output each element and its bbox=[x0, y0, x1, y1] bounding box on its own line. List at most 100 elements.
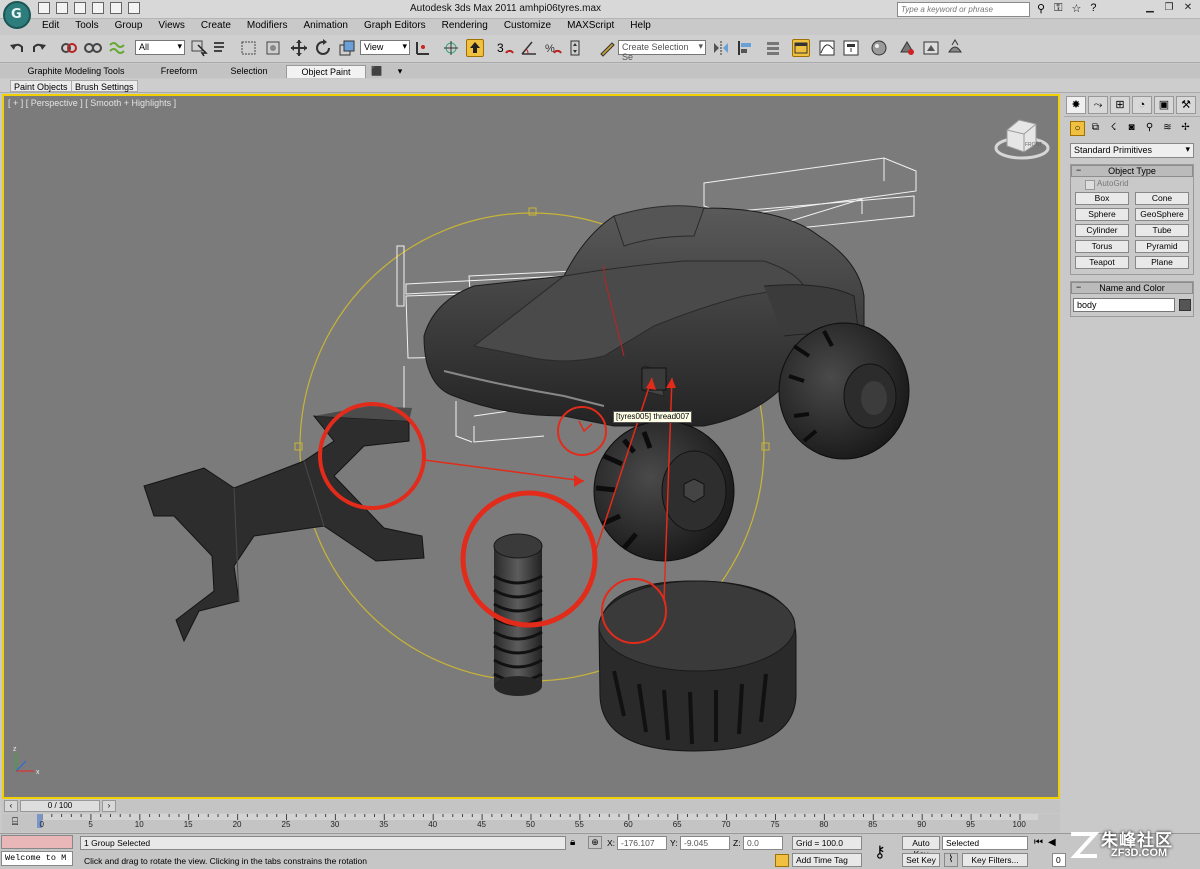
sphere-button[interactable]: Sphere bbox=[1075, 208, 1129, 221]
menu-item-rendering[interactable]: Rendering bbox=[442, 19, 488, 34]
cameras-icon[interactable]: ◙ bbox=[1124, 121, 1139, 136]
project-folder-icon[interactable] bbox=[128, 2, 140, 14]
menu-item-tools[interactable]: Tools bbox=[75, 19, 98, 34]
save-file-icon[interactable] bbox=[74, 2, 86, 14]
track-bar[interactable]: 0 5 10 15 20 25 30 35 40 45 50 55 60 65 70 75 80 85 90 95 10… bbox=[2, 814, 1060, 832]
autogrid-checkbox[interactable]: AutoGrid bbox=[1071, 177, 1193, 190]
hierarchy-tab-icon[interactable]: ⊞ bbox=[1110, 96, 1130, 114]
application-button[interactable]: G bbox=[3, 1, 31, 29]
align-icon[interactable] bbox=[736, 39, 754, 57]
modify-tab-icon[interactable]: ⤳ bbox=[1088, 96, 1108, 114]
geometry-icon[interactable]: ○ bbox=[1070, 121, 1085, 136]
scene-canvas[interactable]: FRONT x z bbox=[4, 96, 1058, 797]
previous-frame-icon[interactable]: ◀ bbox=[1048, 837, 1056, 848]
mini-curve-editor-icon[interactable]: ⌸ bbox=[6, 816, 24, 830]
percent-snap-icon[interactable]: % bbox=[544, 39, 562, 57]
menu-item-views[interactable]: Views bbox=[158, 19, 185, 34]
menu-item-create[interactable]: Create bbox=[201, 19, 231, 34]
utilities-tab-icon[interactable]: ⚒ bbox=[1176, 96, 1196, 114]
tab-freeform[interactable]: Freeform bbox=[150, 65, 208, 78]
y-coordinate-field[interactable]: -9.045 bbox=[680, 836, 730, 850]
infocenter-search-input[interactable]: Type a keyword or phrase bbox=[897, 2, 1030, 17]
set-key-button[interactable]: Set Key bbox=[902, 853, 940, 867]
open-file-icon[interactable] bbox=[56, 2, 68, 14]
menu-item-graph-editors[interactable]: Graph Editors bbox=[364, 19, 426, 34]
helpers-icon[interactable]: ⚲ bbox=[1142, 121, 1157, 136]
key-mode-select[interactable]: Selected bbox=[942, 836, 1028, 850]
window-crossing-icon[interactable] bbox=[264, 39, 282, 57]
select-and-link-icon[interactable] bbox=[60, 39, 78, 57]
lights-icon[interactable]: ☇ bbox=[1106, 121, 1121, 136]
brush-settings-panel[interactable]: Brush Settings bbox=[71, 80, 138, 92]
menu-item-maxscript[interactable]: MAXScript bbox=[567, 19, 614, 34]
key-icon[interactable]: ⚿ bbox=[1054, 2, 1062, 15]
auto-key-button[interactable]: Auto Key bbox=[902, 836, 940, 859]
menu-item-group[interactable]: Group bbox=[115, 19, 143, 34]
object-color-swatch[interactable] bbox=[1179, 299, 1191, 311]
tab-selection[interactable]: Selection bbox=[222, 65, 276, 78]
key-filters-button[interactable]: Key Filters... bbox=[962, 853, 1028, 867]
time-slider-next-icon[interactable]: › bbox=[102, 800, 116, 812]
menu-item-modifiers[interactable]: Modifiers bbox=[247, 19, 288, 34]
time-slider-thumb[interactable]: 0 / 100 bbox=[20, 800, 100, 812]
display-tab-icon[interactable]: ▣ bbox=[1154, 96, 1174, 114]
teapot-button[interactable]: Teapot bbox=[1075, 256, 1129, 269]
motion-tab-icon[interactable]: ◔ bbox=[1132, 96, 1152, 114]
angle-snap-icon[interactable] bbox=[520, 39, 538, 57]
undo-quick-icon[interactable] bbox=[92, 2, 104, 14]
set-key-icon[interactable]: ⚷ bbox=[874, 842, 886, 862]
schematic-view-icon[interactable] bbox=[842, 39, 860, 57]
selection-filter-select[interactable]: All bbox=[135, 40, 185, 55]
rectangular-selection-icon[interactable] bbox=[240, 39, 258, 57]
time-tag-icon[interactable] bbox=[775, 854, 789, 867]
snaps-toggle-icon[interactable]: 3 bbox=[496, 39, 514, 57]
menu-item-animation[interactable]: Animation bbox=[303, 19, 347, 34]
spinner-snap-icon[interactable] bbox=[568, 39, 586, 57]
curve-editor-icon[interactable] bbox=[818, 39, 836, 57]
plane-button[interactable]: Plane bbox=[1135, 256, 1189, 269]
redo-quick-icon[interactable] bbox=[110, 2, 122, 14]
menu-item-customize[interactable]: Customize bbox=[504, 19, 551, 34]
add-time-tag-button[interactable]: Add Time Tag bbox=[792, 853, 862, 867]
geosphere-button[interactable]: GeoSphere bbox=[1135, 208, 1189, 221]
tube-button[interactable]: Tube bbox=[1135, 224, 1189, 237]
create-tab-icon[interactable]: ✸ bbox=[1066, 96, 1086, 114]
select-and-move-icon[interactable] bbox=[290, 39, 308, 57]
layer-manager-icon[interactable] bbox=[764, 39, 782, 57]
edit-named-selection-icon[interactable] bbox=[598, 39, 616, 57]
redo-icon[interactable] bbox=[30, 39, 48, 57]
binoculars-icon[interactable]: ⚲ bbox=[1037, 2, 1045, 15]
x-coordinate-field[interactable]: -176.107 bbox=[617, 836, 667, 850]
suspension-arm[interactable] bbox=[143, 406, 425, 643]
select-and-rotate-icon[interactable] bbox=[314, 39, 332, 57]
default-tangents-icon[interactable]: ⌇ bbox=[944, 853, 958, 867]
render-setup-icon[interactable] bbox=[898, 39, 916, 57]
select-object-icon[interactable] bbox=[190, 39, 208, 57]
bind-to-space-warp-icon[interactable] bbox=[108, 39, 126, 57]
paint-objects-panel[interactable]: Paint Objects bbox=[10, 80, 72, 92]
z-coordinate-field[interactable]: 0.0 bbox=[743, 836, 783, 850]
reference-coordinate-select[interactable]: View bbox=[360, 40, 410, 55]
render-production-icon[interactable] bbox=[946, 39, 964, 57]
pyramid-button[interactable]: Pyramid bbox=[1135, 240, 1189, 253]
rendered-frame-window-icon[interactable] bbox=[922, 39, 940, 57]
menu-item-help[interactable]: Help bbox=[630, 19, 651, 34]
ribbon-dropdown-icon[interactable]: ▾ bbox=[394, 65, 406, 78]
cylinder-button[interactable]: Cylinder bbox=[1075, 224, 1129, 237]
systems-icon[interactable]: ✢ bbox=[1178, 121, 1193, 136]
primitive-category-select[interactable]: Standard Primitives bbox=[1070, 143, 1194, 158]
perspective-viewport[interactable]: [ + ] [ Perspective ] [ Smooth + Highlig… bbox=[2, 94, 1060, 799]
rear-tyre[interactable] bbox=[778, 322, 910, 460]
material-editor-icon[interactable] bbox=[870, 39, 888, 57]
restore-icon[interactable]: ❐ bbox=[1161, 1, 1177, 16]
absolute-mode-icon[interactable]: ⊕ bbox=[588, 836, 602, 849]
star-icon[interactable]: ☆ bbox=[1071, 2, 1081, 15]
object-name-field[interactable]: body bbox=[1073, 298, 1175, 312]
select-and-manipulate-icon[interactable] bbox=[442, 39, 460, 57]
go-to-start-icon[interactable]: ⏮ bbox=[1034, 837, 1043, 848]
mirror-icon[interactable] bbox=[712, 39, 730, 57]
time-slider-prev-icon[interactable]: ‹ bbox=[4, 800, 18, 812]
tyre-blank[interactable] bbox=[598, 580, 797, 752]
tab-object-paint[interactable]: Object Paint bbox=[286, 65, 366, 78]
close-icon[interactable]: ✕ bbox=[1180, 1, 1196, 16]
